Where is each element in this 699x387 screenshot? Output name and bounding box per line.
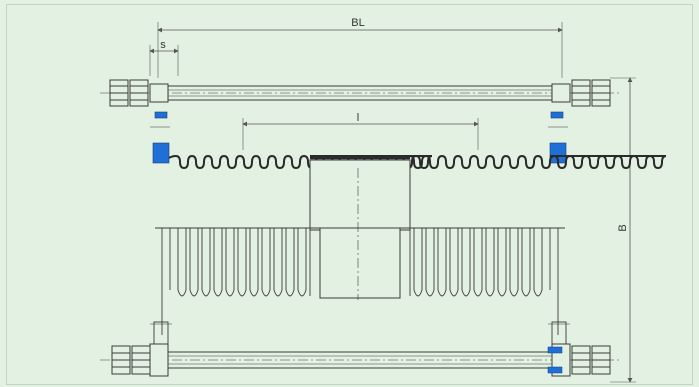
nut-pair-top-right	[551, 79, 611, 107]
dimension-s-label: s	[160, 39, 166, 51]
nut-pair-bottom-left	[111, 343, 169, 377]
gasket-large-left	[152, 142, 170, 164]
center-pipe	[309, 159, 411, 300]
bellows-right	[409, 154, 667, 170]
gasket-small-left	[154, 111, 168, 119]
nut-pair-top-left	[109, 79, 169, 107]
dimension-l: l	[242, 112, 479, 127]
tie-rod-bottom	[100, 343, 620, 377]
dimension-l-label: l	[357, 112, 359, 124]
dimension-b: B	[610, 77, 636, 383]
expansion-joint-drawing: BL s l B	[100, 17, 667, 383]
diagram-stage: BL s l B	[0, 0, 699, 387]
dimension-bl-label: BL	[351, 17, 364, 29]
bellows-section	[168, 154, 667, 170]
tie-rod-top	[100, 79, 620, 107]
dimension-bl: BL	[157, 17, 563, 33]
dimension-b-label: B	[617, 224, 629, 231]
dimension-s: s	[149, 39, 179, 54]
elevation-bellows-left	[161, 228, 311, 335]
gasket-small-right	[550, 111, 564, 119]
elevation-bellows-right	[409, 228, 559, 335]
